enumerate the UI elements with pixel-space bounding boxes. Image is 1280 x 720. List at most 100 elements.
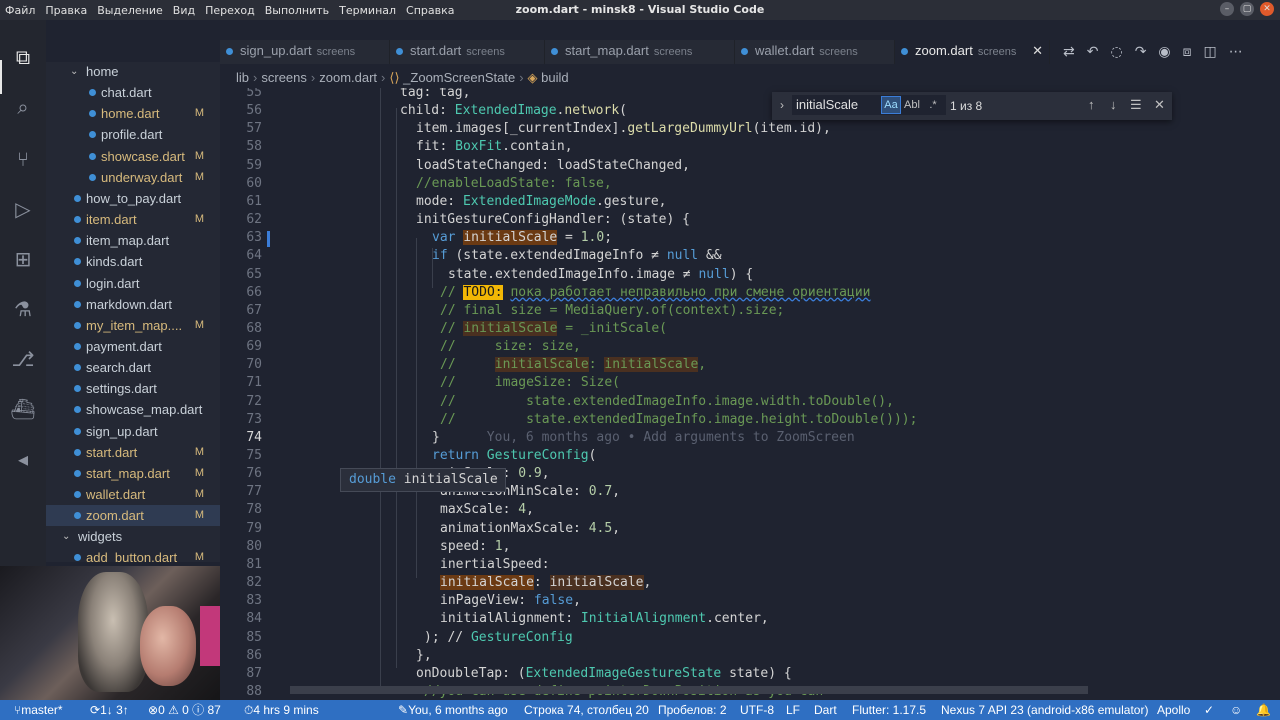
extensions-icon[interactable]: ⊞ — [10, 246, 36, 272]
tree-file[interactable]: markdown.dart — [46, 294, 220, 315]
eol-status[interactable]: LF — [786, 700, 800, 720]
tree-file[interactable]: showcase_map.dart — [46, 399, 220, 420]
git-graph-icon[interactable]: ⎇ — [10, 346, 36, 372]
tree-item-label: kinds.dart — [86, 254, 143, 270]
menu-terminal[interactable]: Терминал — [339, 4, 396, 17]
split-editor-icon[interactable]: ◫ — [1204, 44, 1217, 60]
indentation-status[interactable]: Пробелов: 2 — [658, 700, 727, 720]
menu-selection[interactable]: Выделение — [97, 4, 163, 17]
code-line: mode: ExtendedImageMode.gesture, — [416, 193, 667, 209]
tree-file[interactable]: chat.dart — [46, 82, 220, 103]
line-number-gutter: 55 56 57 58 59 60 61 62 63 64 65 66 67 68 69 70 71 72 73 74… — [220, 88, 262, 700]
tab-wallet[interactable]: wallet.dart screens — [735, 40, 895, 64]
tree-file[interactable]: login.dart — [46, 273, 220, 294]
tree-file[interactable]: start.dart M — [46, 442, 220, 463]
cursor-position[interactable]: Строка 74, столбец 20 — [524, 700, 649, 720]
blame-status[interactable]: ✎ You, 6 months ago — [398, 700, 508, 720]
tree-file[interactable]: my_item_map.... M — [46, 315, 220, 336]
menu-help[interactable]: Справка — [406, 4, 454, 17]
tab-sign-up[interactable]: sign_up.dart screens — [220, 40, 390, 64]
tab-start[interactable]: start.dart screens — [390, 40, 545, 64]
tree-item-label: underway.dart — [101, 169, 183, 185]
more-actions-icon[interactable]: ⋯ — [1229, 44, 1243, 60]
next-match-icon[interactable]: ↓ — [1110, 97, 1117, 112]
flutter-version-status[interactable]: Flutter: 1.17.5 — [852, 700, 926, 720]
menu-run[interactable]: Выполнить — [265, 4, 329, 17]
minimap-slider[interactable] — [1185, 88, 1280, 700]
flutter-icon[interactable]: ◂ — [10, 446, 36, 472]
testing-icon[interactable]: ⚗ — [10, 296, 36, 322]
menu-file[interactable]: Файл — [5, 4, 35, 17]
indent-guide — [416, 238, 417, 578]
git-lens-icon[interactable]: ◉ — [1158, 44, 1170, 60]
accounts-icon[interactable]: ☺ — [1230, 700, 1242, 720]
code-editor[interactable]: 55 56 57 58 59 60 61 62 63 64 65 66 67 68 69 70 71 72 73 74… — [220, 88, 1185, 700]
tree-file[interactable]: kinds.dart — [46, 251, 220, 272]
tab-start-map[interactable]: start_map.dart screens — [545, 40, 735, 64]
horizontal-scrollbar[interactable] — [290, 686, 1088, 694]
dart-file-icon — [89, 173, 96, 181]
tree-file[interactable]: how_to_pay.dart — [46, 188, 220, 209]
tree-file[interactable]: settings.dart — [46, 378, 220, 399]
language-status[interactable]: Dart — [814, 700, 837, 720]
tree-folder[interactable]: ⌄ widgets — [46, 526, 220, 547]
breadcrumb-file[interactable]: zoom.dart — [319, 70, 377, 85]
previous-match-icon[interactable]: ↑ — [1088, 97, 1095, 112]
toggle-replace-icon[interactable]: › — [780, 98, 784, 112]
match-word-toggle[interactable]: Abl — [903, 97, 921, 113]
close-window-button[interactable]: ✕ — [1260, 2, 1274, 16]
breadcrumb-screens[interactable]: screens — [261, 70, 307, 85]
search-icon[interactable]: ⌕ — [10, 94, 36, 120]
dart-file-icon — [74, 237, 81, 245]
problems-status[interactable]: ⊗ 0 ⚠ 0 ⓘ 87 — [148, 700, 221, 720]
docker-icon[interactable]: ⛴ — [10, 396, 36, 422]
tree-file[interactable]: wallet.dart M — [46, 484, 220, 505]
find-input[interactable]: initialScale — [792, 95, 946, 115]
sync-status[interactable]: ⟳ 1↓ 3↑ — [90, 700, 129, 720]
breadcrumb-method[interactable]: build — [541, 70, 568, 85]
tree-file[interactable]: home.dart M — [46, 103, 220, 124]
dart-file-icon — [74, 554, 81, 562]
tree-file[interactable]: start_map.dart M — [46, 463, 220, 484]
encoding-status[interactable]: UTF-8 — [740, 700, 774, 720]
close-tab-icon[interactable]: ✕ — [1032, 40, 1043, 62]
live-share-icon[interactable]: ✓ — [1204, 700, 1214, 720]
close-find-icon[interactable]: ✕ — [1154, 97, 1165, 113]
notifications-icon[interactable]: 🔔 — [1256, 700, 1271, 720]
apollo-status[interactable]: Apollo — [1157, 700, 1190, 720]
regex-toggle[interactable]: .* — [924, 97, 942, 113]
tree-folder[interactable]: ⌄ home — [46, 62, 220, 82]
go-forward-icon[interactable]: ↷ — [1135, 44, 1147, 60]
branch-status[interactable]: ⑂ master* — [14, 700, 63, 720]
explorer-icon[interactable]: ⧉ — [10, 44, 36, 70]
minimize-button[interactable]: – — [1220, 2, 1234, 16]
tree-file[interactable]: item.dart M — [46, 209, 220, 230]
menu-go[interactable]: Переход — [205, 4, 255, 17]
match-count: 1 из 8 — [950, 99, 983, 113]
compare-icon[interactable]: ⇄ — [1063, 44, 1075, 60]
source-control-icon[interactable]: ⑂ — [10, 146, 36, 172]
step-icon[interactable]: ◌ — [1110, 44, 1122, 60]
run-debug-icon[interactable]: ▷ — [10, 196, 36, 222]
tab-zoom[interactable]: zoom.dart screens ✕ — [895, 40, 1050, 64]
tree-file[interactable]: showcase.dart M — [46, 146, 220, 167]
device-status[interactable]: Nexus 7 API 23 (android-x86 emulator) — [941, 700, 1148, 720]
open-preview-icon[interactable]: ⧈ — [1183, 44, 1192, 60]
breadcrumb-class[interactable]: _ZoomScreenState — [403, 70, 515, 85]
tree-file[interactable]: sign_up.dart — [46, 421, 220, 442]
tree-file[interactable]: zoom.dart M — [46, 505, 220, 527]
menu-edit[interactable]: Правка — [45, 4, 87, 17]
match-case-toggle[interactable]: Aa — [881, 96, 901, 114]
tree-file[interactable]: underway.dart M — [46, 167, 220, 188]
tree-file[interactable]: payment.dart — [46, 336, 220, 357]
go-back-icon[interactable]: ↶ — [1087, 44, 1099, 60]
tree-file[interactable]: search.dart — [46, 357, 220, 378]
menu-view[interactable]: Вид — [173, 4, 195, 17]
time-tracker-status[interactable]: ⏱ 4 hrs 9 mins — [244, 700, 319, 720]
tree-file[interactable]: profile.dart — [46, 124, 220, 145]
maximize-button[interactable]: ▢ — [1240, 2, 1254, 16]
tree-file[interactable]: item_map.dart — [46, 230, 220, 251]
find-in-selection-icon[interactable]: ☰ — [1130, 97, 1142, 113]
breadcrumb-lib[interactable]: lib — [236, 70, 249, 85]
tree-file[interactable]: add_button.dart M — [46, 547, 220, 562]
